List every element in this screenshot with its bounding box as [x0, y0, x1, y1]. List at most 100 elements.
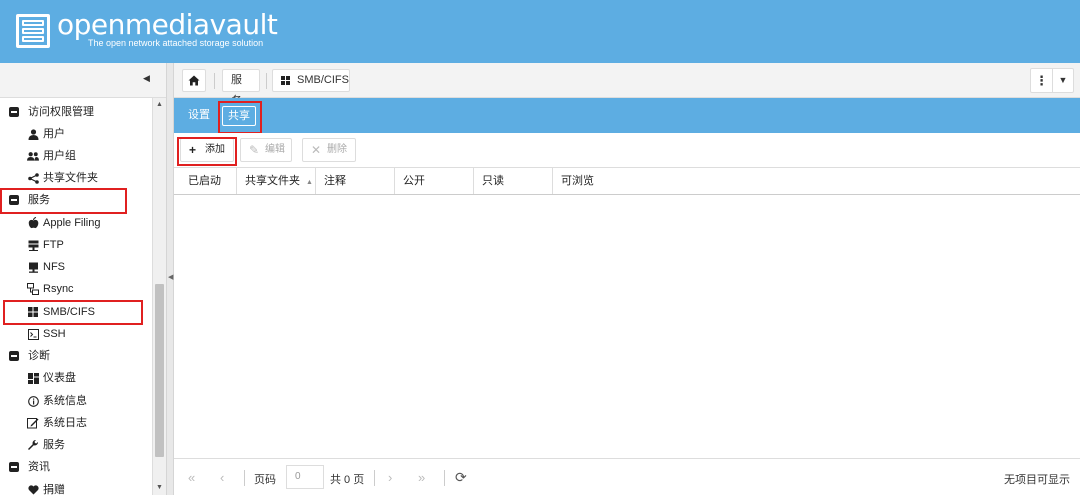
column-comment[interactable]: 注释 — [316, 168, 395, 194]
sidebar-header: ◀ — [0, 63, 166, 98]
sidebar-item-system-info[interactable]: 系统信息 — [0, 390, 152, 412]
sidebar-item-nfs[interactable]: NFS — [0, 256, 152, 278]
edit-button[interactable]: ✎ 编辑 — [240, 138, 292, 162]
dashboard-icon — [27, 372, 39, 384]
first-page-icon[interactable]: « — [188, 470, 195, 485]
ftp-icon — [27, 239, 39, 251]
page-count: 共 0 页 — [330, 474, 365, 486]
column-enabled[interactable]: 已启动 — [174, 168, 237, 194]
minus-square-icon[interactable] — [8, 350, 20, 362]
sidebar-scrollbar[interactable]: ▲ ▼ — [152, 98, 166, 495]
navigation-tree: 访问权限管理 用户 用户组 共享文件夹 服务 Apple Filing FTP — [0, 98, 152, 495]
terminal-icon — [27, 328, 39, 340]
last-page-icon[interactable]: » — [418, 470, 425, 485]
info-icon — [27, 395, 39, 407]
paging-toolbar: « ‹ 页码 0 共 0 页 › » ⟳ 无项目可显示 — [174, 458, 1080, 495]
sidebar-item-ssh[interactable]: SSH — [0, 323, 152, 345]
grid-toolbar: + 添加 ✎ 编辑 ✕ 删除 — [174, 133, 1080, 168]
sidebar-item-system-log[interactable]: 系统日志 — [0, 412, 152, 434]
chevron-left-icon[interactable]: ◀ — [143, 73, 153, 87]
sidebar-item-dashboard[interactable]: 仪表盘 — [0, 367, 152, 389]
page-number-input[interactable]: 0 — [286, 465, 324, 489]
heart-icon — [27, 484, 39, 495]
sidebar-item-label: NFS — [43, 261, 65, 273]
column-shared-folder[interactable]: 共享文件夹 ▲ — [237, 168, 316, 194]
sidebar-item-label: FTP — [43, 239, 64, 251]
panel-splitter[interactable]: ◀ — [166, 63, 174, 495]
pencil-icon: ✎ — [249, 143, 260, 157]
pager-separator — [374, 470, 375, 486]
sidebar-item-ftp[interactable]: FTP — [0, 234, 152, 256]
sidebar-item-label: Apple Filing — [43, 217, 101, 229]
apple-icon — [27, 217, 39, 229]
tab-settings[interactable]: 设置 — [188, 98, 210, 133]
breadcrumb-separator — [214, 73, 215, 89]
sidebar-group-diagnostics[interactable]: 诊断 — [0, 345, 152, 367]
sidebar-item-label: 仪表盘 — [43, 372, 76, 384]
highlight-add-button — [177, 137, 237, 166]
scroll-up-icon[interactable]: ▲ — [156, 101, 163, 108]
sidebar-item-groups[interactable]: 用户组 — [0, 145, 152, 167]
sidebar-item-label: 捐赠 — [43, 484, 65, 495]
sidebar-item-diag-services[interactable]: 服务 — [0, 434, 152, 456]
scrollbar-thumb[interactable] — [155, 284, 164, 457]
sidebar-item-label: 访问权限管理 — [28, 106, 94, 118]
sidebar-item-donate[interactable]: 捐赠 — [0, 479, 152, 495]
sidebar-item-label: 服务 — [43, 439, 65, 451]
home-button[interactable] — [182, 69, 206, 92]
minus-square-icon[interactable] — [8, 106, 20, 118]
sidebar-item-rsync[interactable]: Rsync — [0, 278, 152, 300]
delete-button[interactable]: ✕ 删除 — [302, 138, 356, 162]
scroll-down-icon[interactable]: ▼ — [156, 484, 163, 491]
rsync-icon — [27, 283, 39, 295]
prev-page-icon[interactable]: ‹ — [220, 470, 224, 485]
grid-header: 已启动 共享文件夹 ▲ 注释 公开 只读 可浏览 — [174, 168, 1080, 195]
app-tagline: The open network attached storage soluti… — [88, 38, 264, 48]
highlight-services-group — [0, 188, 127, 214]
minus-square-icon[interactable] — [8, 461, 20, 473]
breadcrumb-current-label: SMB/CIFS — [297, 74, 349, 86]
sidebar-item-label: 系统日志 — [43, 417, 87, 429]
sidebar-group-information[interactable]: 资讯 — [0, 456, 152, 478]
sidebar-item-label: 诊断 — [28, 350, 50, 362]
nfs-icon — [27, 261, 39, 273]
sidebar-item-label: 共享文件夹 — [43, 172, 98, 184]
column-label: 共享文件夹 — [245, 175, 300, 187]
delete-button-label: 删除 — [327, 144, 347, 155]
sort-icon: ▲ — [306, 179, 313, 186]
column-read-only[interactable]: 只读 — [474, 168, 553, 194]
logo-icon — [16, 14, 50, 48]
column-browseable[interactable]: 可浏览 — [553, 168, 1080, 194]
sidebar-item-label: 用户组 — [43, 150, 76, 162]
breadcrumb-smb-cifs[interactable]: SMB/CIFS — [272, 69, 350, 92]
page-menu[interactable]: ⋮ ▼ — [1030, 68, 1074, 93]
sidebar-item-users[interactable]: 用户 — [0, 123, 152, 145]
refresh-icon[interactable]: ⟳ — [455, 469, 467, 486]
sidebar-item-label: SSH — [43, 328, 66, 340]
collapse-arrow-icon[interactable]: ◀ — [168, 273, 173, 281]
pager-separator — [244, 470, 245, 486]
sidebar-item-label: 系统信息 — [43, 395, 87, 407]
sidebar-group-access[interactable]: 访问权限管理 — [0, 101, 152, 123]
more-vertical-icon[interactable]: ⋮ — [1031, 69, 1053, 92]
column-public[interactable]: 公开 — [395, 168, 474, 194]
sidebar-item-label: 资讯 — [28, 461, 50, 473]
app-name: openmediavault — [57, 8, 278, 41]
paging-status: 无项目可显示 — [1004, 474, 1070, 486]
wrench-icon — [27, 439, 39, 451]
user-icon — [27, 128, 39, 140]
chevron-down-icon[interactable]: ▼ — [1053, 69, 1073, 92]
home-icon — [188, 75, 200, 86]
grid-body — [174, 195, 1080, 458]
app-header: openmediavault The open network attached… — [0, 0, 1080, 63]
close-icon: ✕ — [311, 143, 322, 157]
sidebar-item-apple-filing[interactable]: Apple Filing — [0, 212, 152, 234]
sidebar-item-label: Rsync — [43, 283, 74, 295]
next-page-icon[interactable]: › — [388, 470, 392, 485]
sidebar-item-shared-folders[interactable]: 共享文件夹 — [0, 167, 152, 189]
users-icon — [27, 150, 39, 162]
breadcrumb-separator — [266, 73, 267, 89]
breadcrumb-services[interactable]: 服务 — [222, 69, 260, 107]
share-icon — [27, 172, 39, 184]
page-label: 页码 — [254, 474, 276, 486]
